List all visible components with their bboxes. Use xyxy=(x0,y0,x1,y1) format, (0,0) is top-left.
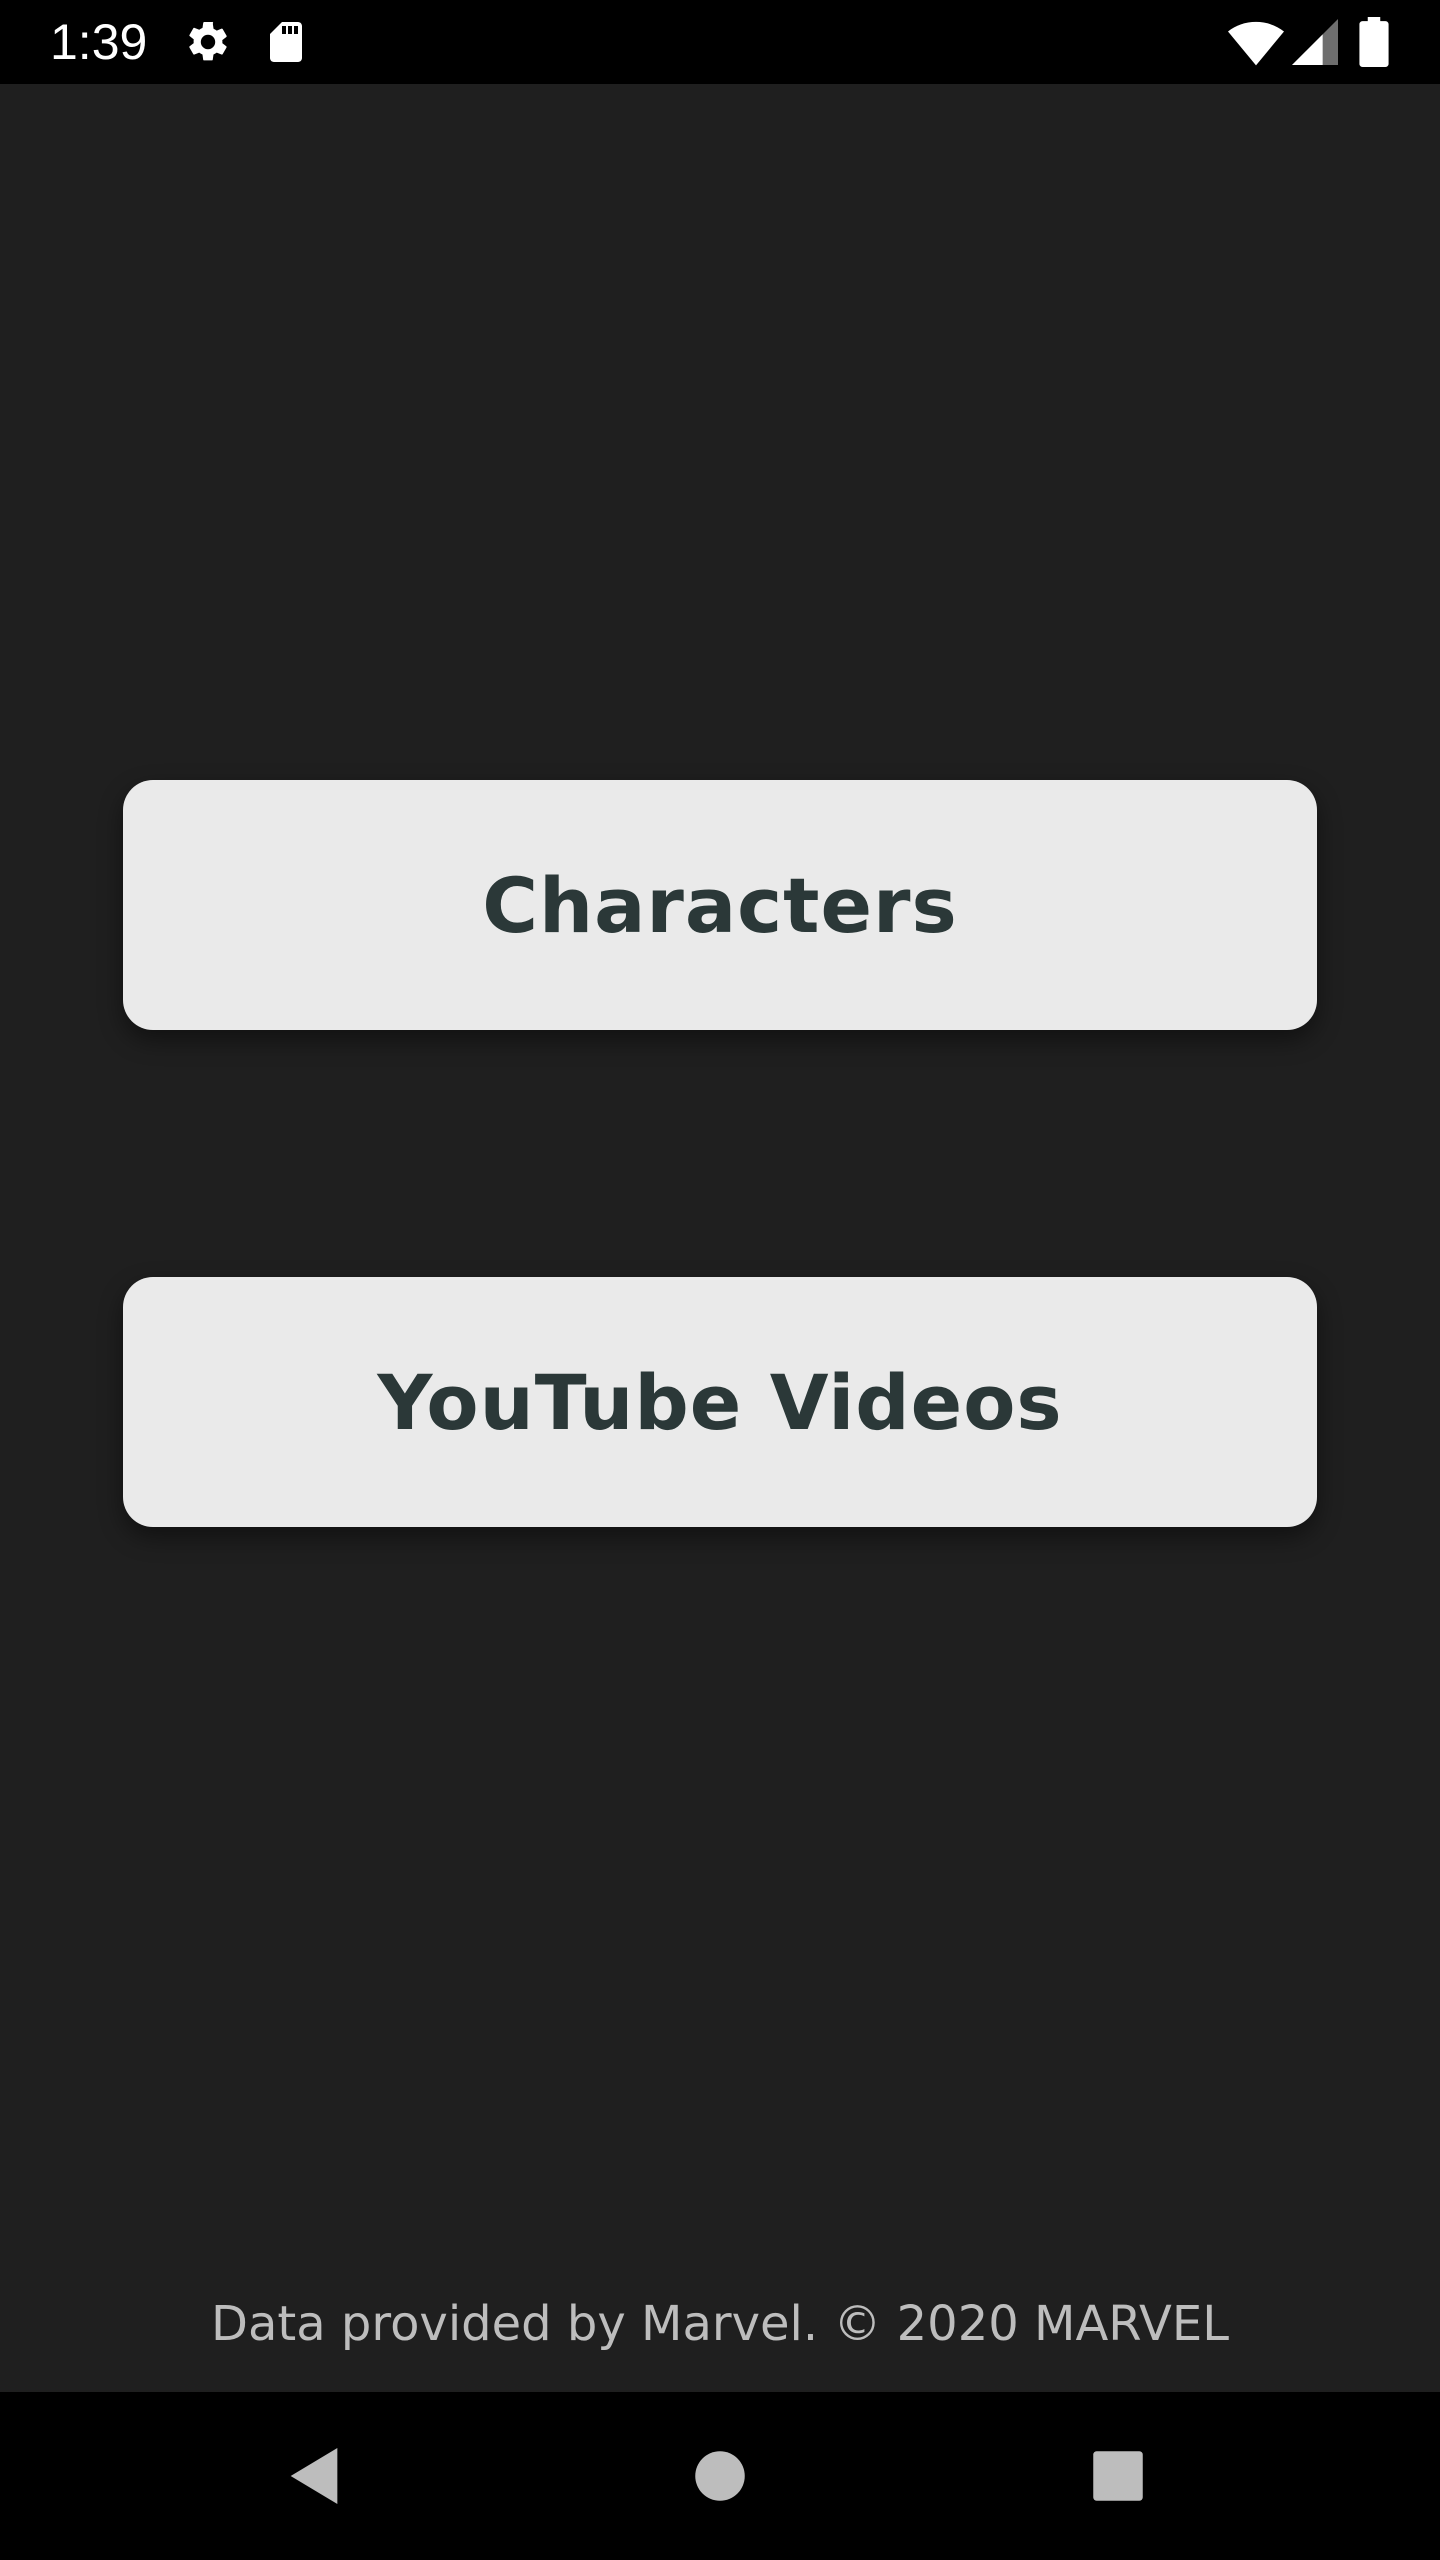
app-content xyxy=(0,84,1440,2392)
back-icon xyxy=(290,2448,338,2504)
back-button[interactable] xyxy=(266,2426,366,2526)
navigation-bar xyxy=(0,2392,1440,2560)
signal-icon xyxy=(1292,19,1338,65)
attribution-text: Data provided by Marvel. © 2020 MARVEL xyxy=(211,2296,1229,2352)
youtube-videos-button[interactable]: YouTube Videos xyxy=(123,1277,1317,1527)
wifi-icon xyxy=(1228,21,1284,66)
status-time: 1:39 xyxy=(50,14,148,70)
characters-button-label: Characters xyxy=(482,860,958,950)
home-button[interactable] xyxy=(670,2426,770,2526)
recents-icon xyxy=(1093,2451,1143,2501)
home-icon xyxy=(695,2451,745,2501)
recents-button[interactable] xyxy=(1068,2426,1168,2526)
status-bar: 1:39 xyxy=(0,0,1440,84)
battery-icon xyxy=(1359,17,1389,67)
gear-icon xyxy=(189,21,227,61)
youtube-videos-button-label: YouTube Videos xyxy=(377,1357,1063,1447)
sd-card-icon xyxy=(270,22,302,62)
characters-button[interactable]: Characters xyxy=(123,780,1317,1030)
